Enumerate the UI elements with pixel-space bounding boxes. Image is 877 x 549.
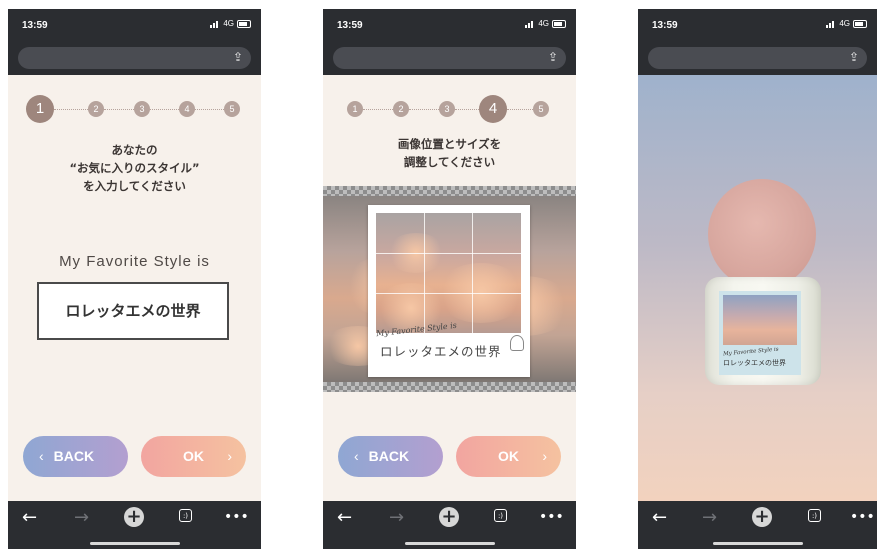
step-indicator: 1 2 3 4 5 [341, 95, 551, 123]
browser-toolbar: ← → + :) ••• [638, 501, 877, 549]
home-indicator [712, 542, 803, 545]
forward-arrow-icon[interactable]: → [74, 507, 89, 528]
phone-screen-adjust-image: 13:59 4G ⇪ 1 2 3 4 5 画像位置とサイズを 調整してください [323, 9, 576, 549]
chevron-right-icon: › [542, 448, 547, 464]
share-icon[interactable]: ⇪ [849, 50, 859, 64]
card-name-text: ロレッタエメの世界 [380, 344, 502, 359]
back-arrow-icon[interactable]: ← [22, 507, 37, 528]
battery-icon [237, 19, 251, 28]
phone-screen-input-style: 13:59 4G ⇪ 1 2 3 4 5 あなたの “お気に入りのスタイル” を… [8, 9, 261, 549]
perfume-bottle[interactable]: My Favorite Style is ロレッタエメの世界 [705, 277, 821, 385]
tabs-icon[interactable]: :) [179, 509, 192, 522]
step-3: 3 [134, 101, 150, 117]
step-5: 5 [533, 101, 549, 117]
instruction-text: あなたの “お気に入りのスタイル” を入力してください [69, 143, 200, 193]
crop-photo[interactable] [376, 213, 521, 333]
label-name-text: ロレッタエメの世界 [723, 359, 786, 367]
step-indicator: 1 2 3 4 5 [26, 95, 240, 123]
status-bar: 13:59 4G [323, 9, 576, 47]
battery-icon [552, 19, 566, 28]
instruction-text: 画像位置とサイズを 調整してください [397, 137, 502, 169]
forward-arrow-icon[interactable]: → [389, 507, 404, 528]
photo-card-preview[interactable]: My Favorite Style is ロレッタエメの世界 [368, 205, 530, 377]
step-5: 5 [224, 101, 240, 117]
tabs-icon[interactable]: :) [494, 509, 507, 522]
brand-logo-icon [510, 335, 524, 351]
chevron-left-icon: ‹ [39, 448, 44, 464]
status-bar: 13:59 4G [8, 9, 261, 47]
step-3: 3 [439, 101, 455, 117]
step-1: 1 [26, 95, 54, 123]
home-indicator [404, 542, 495, 545]
bottle-label: My Favorite Style is ロレッタエメの世界 [719, 291, 801, 375]
bottle-cap [708, 179, 816, 289]
home-indicator [89, 542, 180, 545]
status-time: 13:59 [652, 20, 678, 31]
step-4: 4 [179, 101, 195, 117]
url-bar[interactable]: ⇪ [333, 47, 566, 69]
favorite-style-title: My Favorite Style is [59, 253, 210, 270]
share-icon[interactable]: ⇪ [548, 50, 558, 64]
browser-toolbar: ← → + :) ••• [8, 501, 261, 549]
url-bar[interactable]: ⇪ [18, 47, 251, 69]
chevron-right-icon: › [227, 448, 232, 464]
network-type: 4G [538, 19, 549, 28]
chevron-left-icon: ‹ [354, 448, 359, 464]
battery-icon [853, 19, 867, 28]
back-button[interactable]: ‹ BACK [338, 436, 443, 477]
back-arrow-icon[interactable]: ← [337, 507, 352, 528]
browser-toolbar: ← → + :) ••• [323, 501, 576, 549]
signal-icon [210, 20, 220, 28]
new-tab-icon[interactable]: + [439, 507, 459, 527]
status-time: 13:59 [22, 20, 48, 31]
back-arrow-icon[interactable]: ← [652, 507, 667, 528]
style-name-input[interactable]: ロレッタエメの世界 [37, 282, 229, 340]
label-script-text: My Favorite Style is [722, 346, 779, 358]
more-icon[interactable]: ••• [539, 509, 564, 525]
step-1: 1 [347, 101, 363, 117]
tabs-icon[interactable]: :) [808, 509, 821, 522]
signal-icon [826, 20, 836, 28]
step-2: 2 [393, 101, 409, 117]
signal-icon [525, 20, 535, 28]
network-type: 4G [223, 19, 234, 28]
network-type: 4G [839, 19, 850, 28]
more-icon[interactable]: ••• [850, 509, 875, 525]
back-button[interactable]: ‹ BACK [23, 436, 128, 477]
step-4: 4 [479, 95, 507, 123]
status-bar: 13:59 4G [638, 9, 877, 47]
new-tab-icon[interactable]: + [124, 507, 144, 527]
more-icon[interactable]: ••• [224, 509, 249, 525]
url-bar[interactable]: ⇪ [648, 47, 867, 69]
new-tab-icon[interactable]: + [752, 507, 772, 527]
share-icon[interactable]: ⇪ [233, 50, 243, 64]
ok-button[interactable]: OK › [456, 436, 561, 477]
forward-arrow-icon[interactable]: → [702, 507, 717, 528]
step-2: 2 [88, 101, 104, 117]
phone-screen-bottle-preview: 13:59 4G ⇪ My Favorite Style is ロレッタエメの世… [638, 9, 877, 549]
status-time: 13:59 [337, 20, 363, 31]
ok-button[interactable]: OK › [141, 436, 246, 477]
label-photo [723, 295, 797, 345]
